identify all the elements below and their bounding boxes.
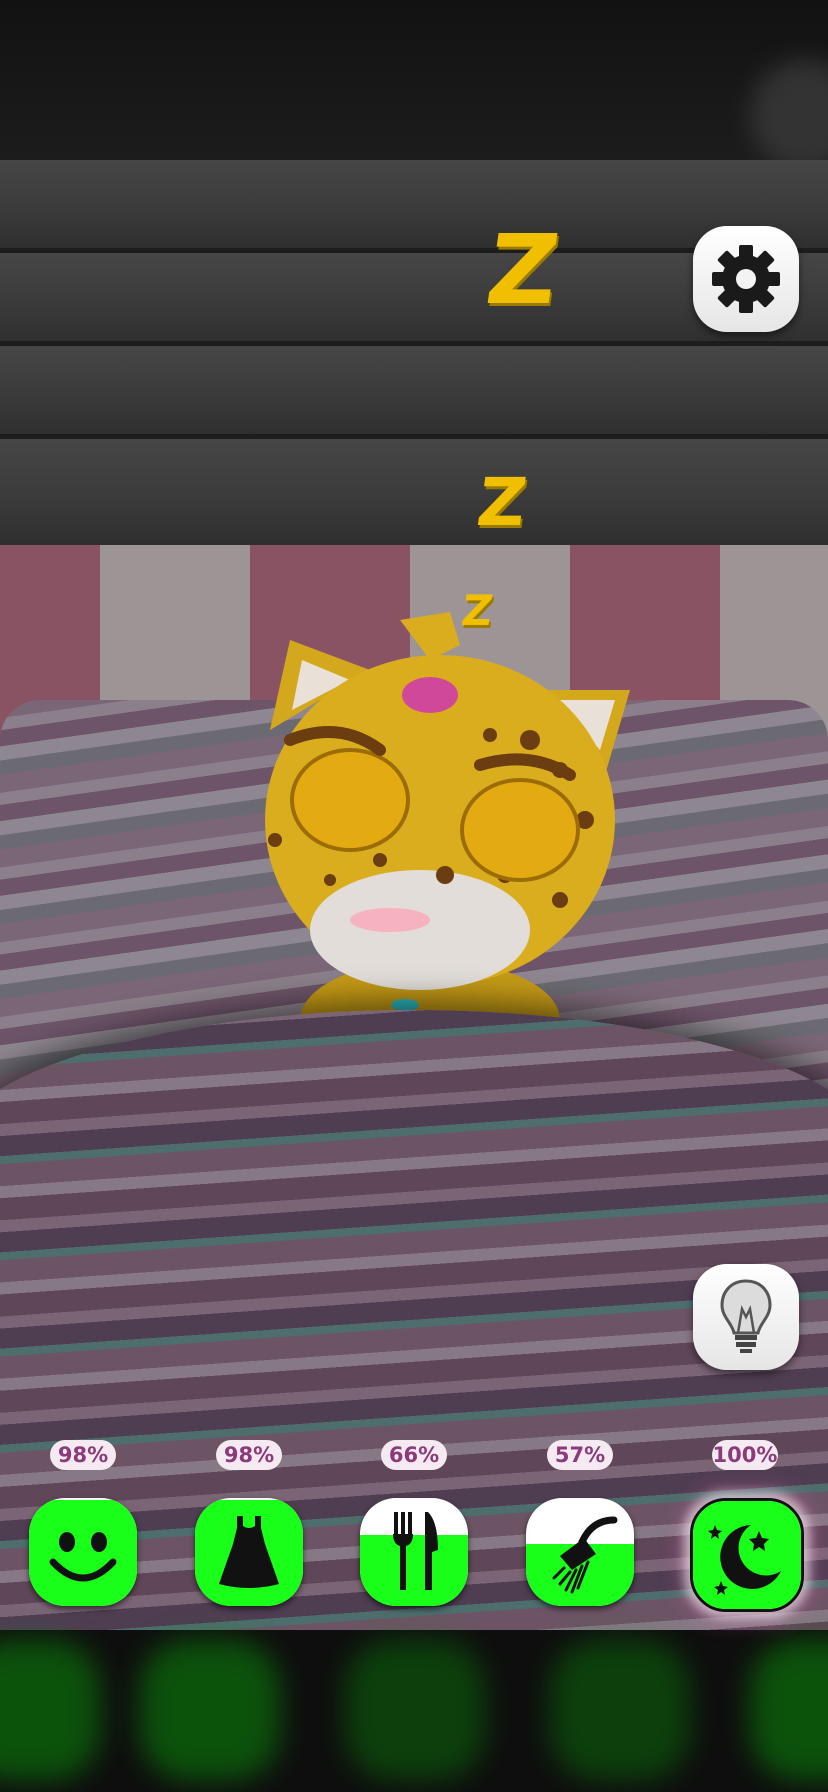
sleeping-leopard-character[interactable] bbox=[230, 600, 650, 1040]
clothes-percent: 98% bbox=[216, 1440, 282, 1470]
hygiene-button[interactable] bbox=[526, 1498, 634, 1606]
clothes-button[interactable] bbox=[195, 1498, 303, 1606]
hygiene-percent: 57% bbox=[547, 1440, 613, 1470]
blurred-top-strip bbox=[0, 0, 828, 160]
food-percent: 66% bbox=[381, 1440, 447, 1470]
gear-icon bbox=[712, 245, 780, 313]
settings-button[interactable] bbox=[693, 226, 799, 332]
happiness-percent: 98% bbox=[50, 1440, 116, 1470]
sleep-z-large: Z bbox=[480, 214, 566, 326]
sleep-button[interactable] bbox=[690, 1498, 804, 1612]
dress-icon bbox=[219, 1516, 279, 1588]
happiness-button[interactable] bbox=[29, 1498, 137, 1606]
light-toggle-button[interactable] bbox=[693, 1264, 799, 1370]
shower-icon bbox=[552, 1516, 618, 1594]
smiley-face-icon bbox=[49, 1532, 117, 1582]
food-button[interactable] bbox=[360, 1498, 468, 1606]
sleep-z-medium: Z bbox=[472, 464, 532, 541]
blurred-bottom-bar bbox=[0, 1630, 828, 1792]
headboard bbox=[0, 160, 828, 550]
fork-knife-icon bbox=[393, 1512, 438, 1590]
lightbulb-icon bbox=[720, 1279, 772, 1353]
sleep-percent: 100% bbox=[712, 1440, 778, 1470]
sleep-z-small: Z bbox=[458, 586, 496, 635]
moon-stars-icon bbox=[708, 1525, 781, 1595]
game-scene: Z Z Z 98% 98% 66% 57% 100% bbox=[0, 0, 828, 1792]
